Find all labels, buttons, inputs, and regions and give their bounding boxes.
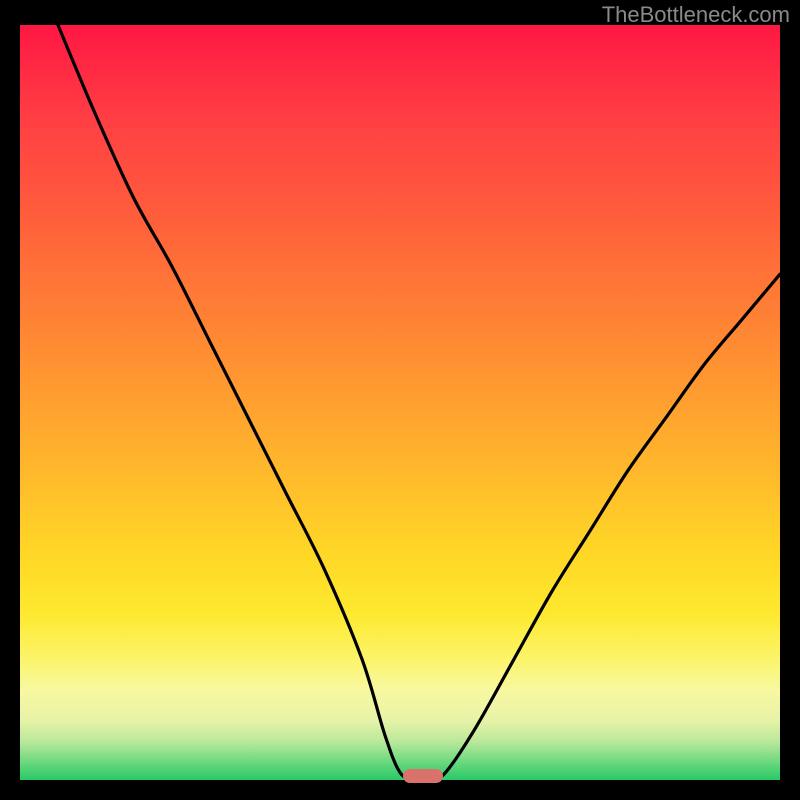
watermark-text: TheBottleneck.com <box>602 2 790 28</box>
optimum-marker <box>403 769 443 783</box>
plot-area <box>20 25 780 780</box>
chart-container: TheBottleneck.com <box>0 0 800 800</box>
curve-svg <box>20 25 780 780</box>
bottleneck-curve <box>58 25 780 780</box>
